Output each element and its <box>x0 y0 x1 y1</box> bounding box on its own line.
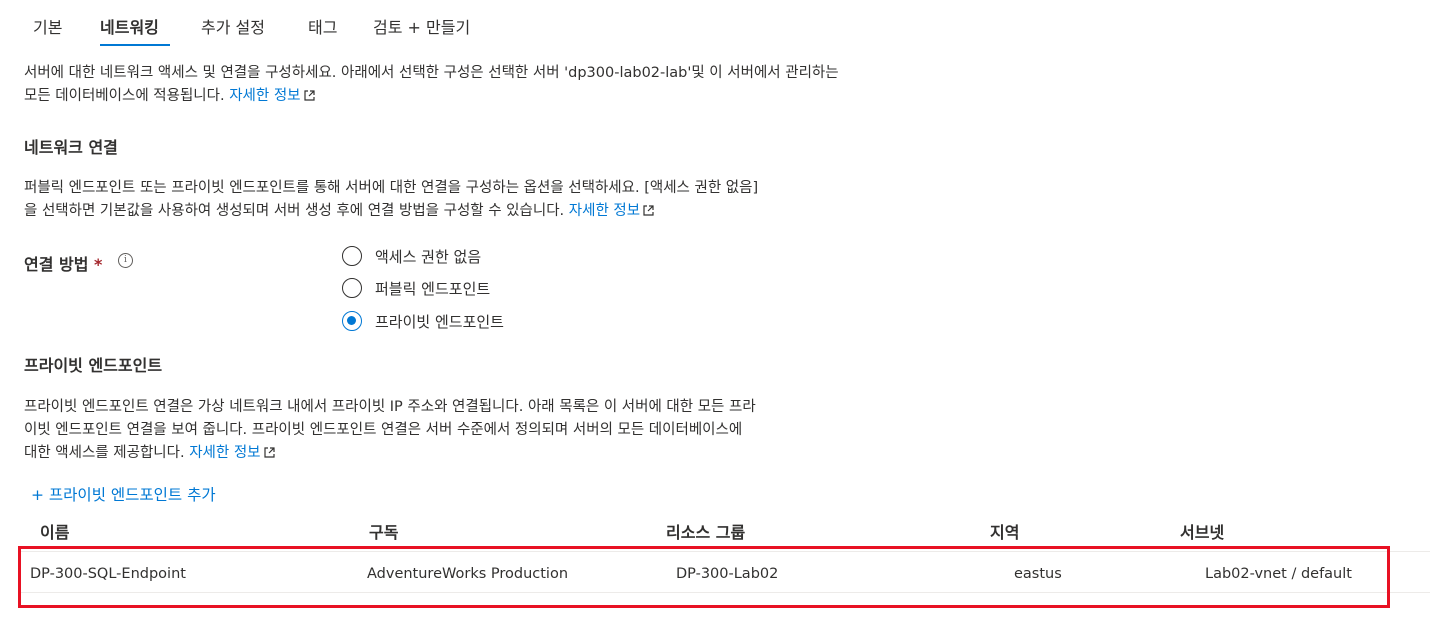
connectivity-method-label: 연결 방법 * <box>24 251 102 275</box>
network-connectivity-heading: 네트워크 연결 <box>24 138 118 157</box>
tab-review-create[interactable]: 검토 + 만들기 <box>373 14 470 38</box>
network-line: 을 선택하면 기본값을 사용하여 생성되며 서버 생성 후에 연결 방법을 구성… <box>24 200 1024 223</box>
column-header-resource-group[interactable]: 리소스 그룹 <box>666 519 745 543</box>
radio-label: 퍼블릭 엔드포인트 <box>375 279 491 298</box>
network-text: 을 선택하면 기본값을 사용하여 생성되며 서버 생성 후에 연결 방법을 구성… <box>24 203 565 219</box>
info-icon[interactable]: i <box>118 253 133 268</box>
radio-label: 액세스 권한 없음 <box>375 247 482 266</box>
tab-basics[interactable]: 기본 <box>33 14 62 38</box>
tab-additional-settings[interactable]: 추가 설정 <box>201 14 265 38</box>
radio-circle[interactable] <box>342 246 362 266</box>
tab-bar: 기본 네트워킹 추가 설정 태그 검토 + 만들기 <box>0 0 1430 50</box>
radio-private-endpoint[interactable]: 프라이빗 엔드포인트 <box>342 309 504 333</box>
external-link-icon <box>643 205 654 216</box>
radio-public-endpoint[interactable]: 퍼블릭 엔드포인트 <box>342 276 490 300</box>
learn-more-link[interactable]: 자세한 정보 <box>569 203 640 219</box>
tab-networking[interactable]: 네트워킹 <box>100 14 159 38</box>
radio-circle[interactable] <box>342 278 362 298</box>
private-line: 이빗 엔드포인트 연결을 보여 줍니다. 프라이빗 엔드포인트 연결은 서버 수… <box>24 422 743 438</box>
active-tab-indicator <box>100 44 170 46</box>
tab-tags[interactable]: 태그 <box>308 14 337 38</box>
learn-more-link[interactable]: 자세한 정보 <box>229 88 300 104</box>
private-description: 프라이빗 엔드포인트 연결은 가상 네트워크 내에서 프라이빗 IP 주소와 연… <box>24 396 924 465</box>
intro-text: 모든 데이터베이스에 적용됩니다. <box>24 88 225 104</box>
intro-line: 모든 데이터베이스에 적용됩니다. 자세한 정보 <box>24 85 1024 108</box>
network-line: 퍼블릭 엔드포인트 또는 프라이빗 엔드포인트를 통해 서버에 대한 연결을 구… <box>24 180 759 196</box>
column-header-subnet[interactable]: 서브넷 <box>1180 519 1224 543</box>
learn-more-link[interactable]: 자세한 정보 <box>189 445 260 461</box>
network-description: 퍼블릭 엔드포인트 또는 프라이빗 엔드포인트를 통해 서버에 대한 연결을 구… <box>24 177 1024 223</box>
highlight-box <box>18 546 1390 608</box>
connectivity-method-text: 연결 방법 <box>24 255 89 274</box>
intro-description: 서버에 대한 네트워크 액세스 및 연결을 구성하세요. 아래에서 선택한 구성… <box>24 62 1024 108</box>
external-link-icon <box>303 90 315 101</box>
add-private-endpoint-button[interactable]: + 프라이빗 엔드포인트 추가 <box>31 483 216 505</box>
column-header-subscription[interactable]: 구독 <box>369 519 398 543</box>
private-endpoints-heading: 프라이빗 엔드포인트 <box>24 356 163 375</box>
radio-label: 프라이빗 엔드포인트 <box>375 312 504 331</box>
required-asterisk: * <box>94 255 103 274</box>
radio-circle-selected[interactable] <box>342 311 362 331</box>
private-line: 대한 액세스를 제공합니다. 자세한 정보 <box>24 442 924 465</box>
radio-no-access[interactable]: 액세스 권한 없음 <box>342 244 481 268</box>
column-header-name[interactable]: 이름 <box>40 519 69 543</box>
intro-line: 서버에 대한 네트워크 액세스 및 연결을 구성하세요. 아래에서 선택한 구성… <box>24 65 839 81</box>
private-text: 대한 액세스를 제공합니다. <box>24 445 185 461</box>
column-header-region[interactable]: 지역 <box>990 519 1019 543</box>
external-link-icon <box>263 447 275 458</box>
private-line: 프라이빗 엔드포인트 연결은 가상 네트워크 내에서 프라이빗 IP 주소와 연… <box>24 399 756 415</box>
